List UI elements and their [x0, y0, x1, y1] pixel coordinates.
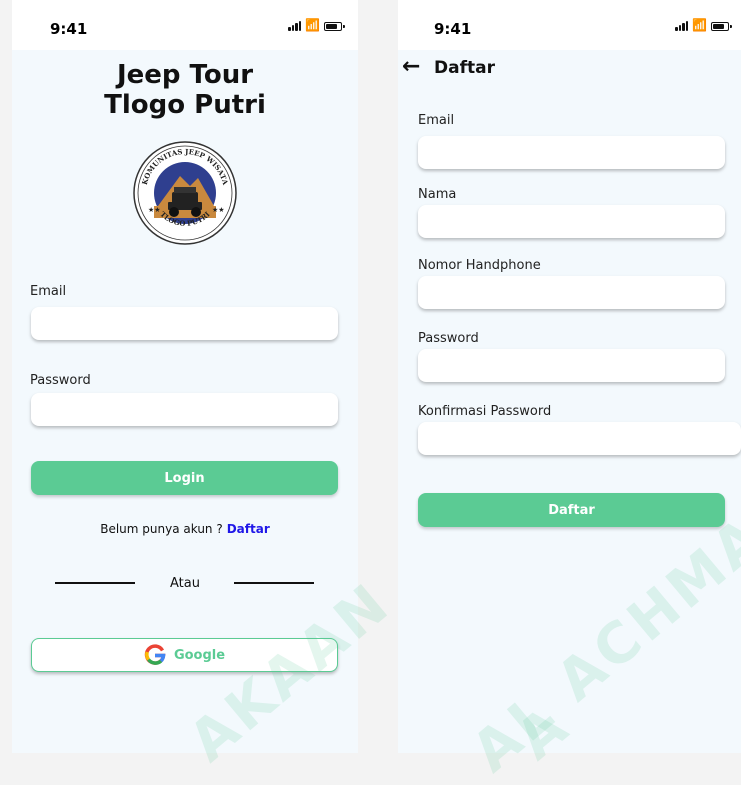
app-title-line1: Jeep Tour: [116, 60, 254, 90]
email-label: Email: [30, 284, 67, 299]
name-label: Nama: [418, 187, 457, 202]
app-title: Jeep Tour Tlogo Putri: [12, 60, 358, 120]
status-icons: 📶: [675, 18, 732, 32]
status-time: 9:41: [50, 20, 88, 38]
signup-prompt: Belum punya akun ?: [100, 522, 223, 536]
confirm-password-label: Konfirmasi Password: [418, 404, 552, 419]
register-email-input[interactable]: [418, 136, 725, 169]
status-time: 9:41: [434, 20, 472, 38]
page-title: Daftar: [434, 58, 495, 78]
battery-icon: [711, 22, 732, 31]
password-label: Password: [30, 373, 91, 388]
login-button-label: Login: [164, 470, 205, 486]
phone-input[interactable]: [418, 276, 725, 309]
register-screen: 9:41 📶 ← Daftar Email Nama Nomor Handpho…: [398, 0, 741, 753]
register-password-input[interactable]: [418, 349, 725, 382]
signup-row: Belum punya akun ? Daftar: [12, 522, 358, 536]
login-screen: 9:41 📶 Jeep Tour Tlogo Putri KOMUNITAS J…: [12, 0, 358, 753]
back-arrow-icon[interactable]: ←: [402, 55, 420, 79]
google-button-label: Google: [173, 647, 226, 663]
status-bar: 9:41 📶: [12, 0, 358, 50]
google-signin-button[interactable]: Google: [31, 638, 338, 672]
community-logo: KOMUNITAS JEEP WISATA TLOGO PUTRI ★★ ★★: [133, 141, 237, 245]
battery-icon: [324, 22, 345, 31]
register-submit-button[interactable]: Daftar: [418, 493, 725, 527]
signal-icon: [675, 20, 689, 31]
wifi-icon: 📶: [305, 18, 320, 32]
name-input[interactable]: [418, 205, 725, 238]
wifi-icon: 📶: [692, 18, 707, 32]
status-bar: 9:41 📶: [398, 0, 741, 50]
register-email-label: Email: [418, 113, 455, 128]
register-password-label: Password: [418, 331, 479, 346]
svg-text:★★: ★★: [148, 206, 161, 214]
svg-text:★★: ★★: [212, 206, 225, 214]
google-icon: [144, 644, 166, 665]
email-input[interactable]: [31, 307, 338, 340]
app-title-line2: Tlogo Putri: [104, 90, 266, 120]
register-submit-label: Daftar: [548, 502, 595, 518]
login-button[interactable]: Login: [31, 461, 338, 495]
password-input[interactable]: [31, 393, 338, 426]
signal-icon: [288, 20, 302, 31]
confirm-password-input[interactable]: [418, 422, 741, 455]
status-icons: 📶: [288, 18, 345, 32]
phone-label: Nomor Handphone: [418, 258, 541, 273]
signup-link[interactable]: Daftar: [227, 522, 270, 536]
divider-right: [234, 582, 314, 584]
